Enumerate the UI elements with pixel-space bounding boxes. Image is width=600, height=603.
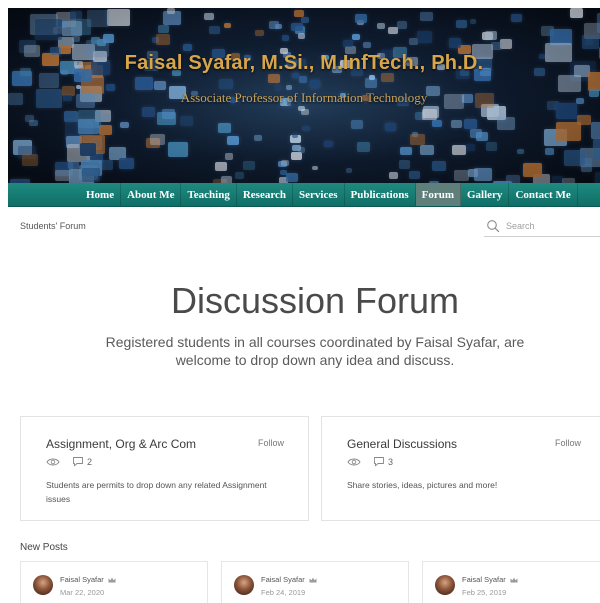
post-count: 3 <box>388 456 394 467</box>
author-name[interactable]: Faisal Syafar <box>462 575 506 584</box>
comment-icon <box>73 457 83 467</box>
site-title: Faisal Syafar, M.Si., M.InfTech., Ph.D. <box>124 52 484 74</box>
avatar[interactable] <box>33 575 53 595</box>
post-author[interactable]: Faisal Syafar <box>261 575 317 584</box>
nav-research[interactable]: Research <box>237 183 294 206</box>
post-count: 2 <box>87 456 93 467</box>
admin-crown-icon <box>510 577 518 582</box>
post-card[interactable]: Faisal Syafar Feb 25, 2019 <box>422 561 600 603</box>
page-description: Registered students in all courses coord… <box>105 334 525 368</box>
category-title[interactable]: Assignment, Org & Arc Com <box>46 437 196 451</box>
post-author[interactable]: Faisal Syafar <box>462 575 518 584</box>
comment-icon <box>374 457 384 467</box>
author-name[interactable]: Faisal Syafar <box>60 575 104 584</box>
admin-crown-icon <box>108 577 116 582</box>
nav-about-me[interactable]: About Me <box>121 183 182 206</box>
author-name[interactable]: Faisal Syafar <box>261 575 305 584</box>
nav-forum[interactable]: Forum <box>415 183 461 206</box>
site-subtitle: Associate Professor of Information Techn… <box>180 90 428 105</box>
category-stats: 2 <box>46 456 92 467</box>
nav-publications[interactable]: Publications <box>345 183 416 206</box>
follow-button[interactable]: Follow <box>555 438 581 448</box>
nav-gallery[interactable]: Gallery <box>461 183 510 206</box>
breadcrumb[interactable]: Students' Forum <box>20 221 86 231</box>
post-card[interactable]: Faisal Syafar Mar 22, 2020 <box>20 561 208 603</box>
category-stats: 3 <box>347 456 393 467</box>
category-title[interactable]: General Discussions <box>347 437 457 451</box>
admin-crown-icon <box>309 577 317 582</box>
avatar[interactable] <box>234 575 254 595</box>
nav-contact-me[interactable]: Contact Me <box>509 183 578 206</box>
search-box <box>484 215 600 237</box>
nav-teaching[interactable]: Teaching <box>181 183 237 206</box>
follow-button[interactable]: Follow <box>258 438 284 448</box>
category-card-assignment[interactable]: Assignment, Org & Arc Com Follow 2 Stude… <box>20 416 309 521</box>
search-icon[interactable] <box>486 219 500 233</box>
category-description: Students are permits to drop down any re… <box>46 480 267 504</box>
new-posts-heading: New Posts <box>20 542 68 553</box>
post-date: Feb 24, 2019 <box>261 588 306 597</box>
post-card[interactable]: Faisal Syafar Feb 24, 2019 <box>221 561 409 603</box>
post-author[interactable]: Faisal Syafar <box>60 575 116 584</box>
page-title: Discussion Forum <box>170 280 460 321</box>
category-card-general[interactable]: General Discussions Follow 3 Share stori… <box>321 416 600 521</box>
nav-services[interactable]: Services <box>293 183 345 206</box>
category-description: Share stories, ideas, pictures and more! <box>347 480 498 490</box>
post-date: Feb 25, 2019 <box>462 588 507 597</box>
header-banner: Faisal Syafar, M.Si., M.InfTech., Ph.D. … <box>8 8 600 183</box>
eye-icon <box>347 458 361 465</box>
eye-icon <box>46 458 60 465</box>
post-date: Mar 22, 2020 <box>60 588 105 597</box>
main-navigation: Home About Me Teaching Research Services… <box>8 183 600 207</box>
nav-home[interactable]: Home <box>80 183 122 206</box>
search-input[interactable] <box>506 220 592 231</box>
avatar[interactable] <box>435 575 455 595</box>
